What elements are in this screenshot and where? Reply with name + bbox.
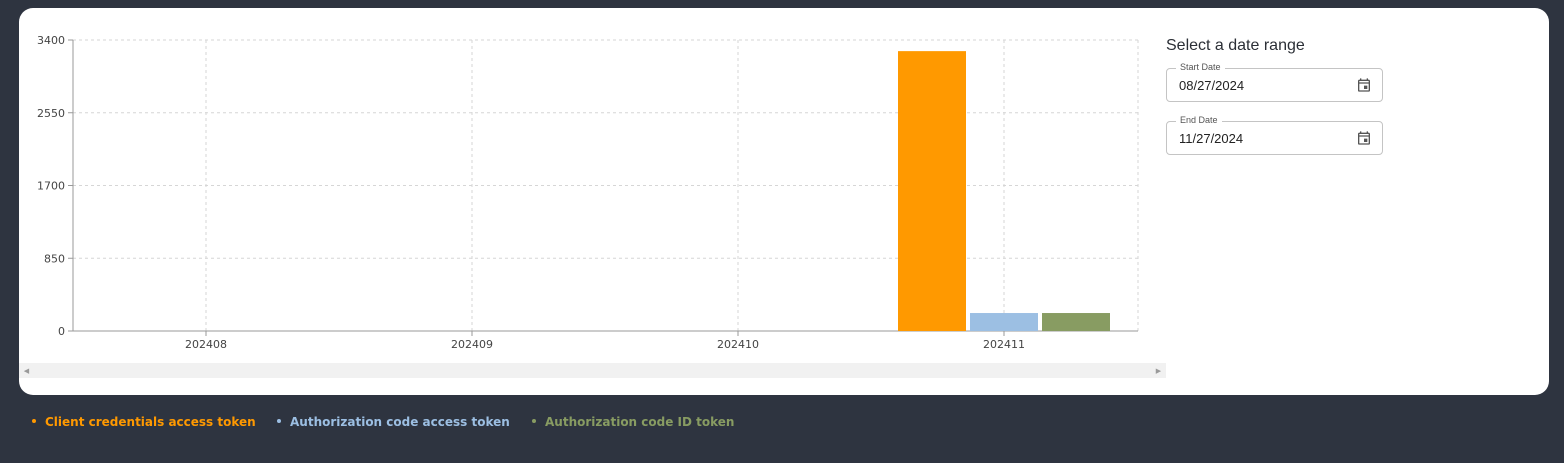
start-date-field[interactable]: Start Date 08/27/2024 xyxy=(1166,62,1383,102)
x-tick-label: 202410 xyxy=(717,338,759,351)
scroll-right-icon[interactable]: ▶ xyxy=(1151,363,1166,378)
y-tick-label: 0 xyxy=(58,325,65,338)
legend-item[interactable]: Authorization code access token xyxy=(277,415,510,429)
legend-dot-icon xyxy=(32,418,36,423)
calendar-icon[interactable] xyxy=(1356,130,1372,146)
y-tick-label: 2550 xyxy=(37,107,65,120)
bar-chart: 0 850 1700 2550 3400 202408 202409 202410 202411 xyxy=(37,34,1139,351)
chart-card: 0 850 1700 2550 3400 202408 202409 202410 202411… xyxy=(19,8,1549,395)
legend-item[interactable]: Authorization code ID token xyxy=(532,415,734,429)
bar-2 xyxy=(970,313,1038,331)
bar-1 xyxy=(898,51,966,332)
y-tick-label: 1700 xyxy=(37,180,65,193)
legend-label: Client credentials access token xyxy=(45,415,256,429)
end-date-label: End Date xyxy=(1176,115,1222,125)
bar-3 xyxy=(1042,313,1110,331)
x-tick-label: 202409 xyxy=(451,338,493,351)
end-date-field[interactable]: End Date 11/27/2024 xyxy=(1166,115,1383,155)
x-tick-label: 202408 xyxy=(185,338,227,351)
start-date-label: Start Date xyxy=(1176,62,1225,72)
legend-dot-icon xyxy=(277,418,281,423)
date-range-panel: Select a date range Start Date 08/27/202… xyxy=(1166,37,1396,174)
legend-label: Authorization code access token xyxy=(290,415,510,429)
end-date-value[interactable]: 11/27/2024 xyxy=(1179,131,1243,146)
legend-dot-icon xyxy=(532,418,536,423)
legend-label: Authorization code ID token xyxy=(545,415,735,429)
legend-item[interactable]: Client credentials access token xyxy=(32,415,256,429)
chart-scrollbar[interactable]: ◀ ▶ xyxy=(19,363,1166,378)
y-tick-label: 3400 xyxy=(37,34,65,47)
calendar-icon[interactable] xyxy=(1356,77,1372,93)
scroll-left-icon[interactable]: ◀ xyxy=(19,363,34,378)
start-date-value[interactable]: 08/27/2024 xyxy=(1179,78,1244,93)
date-range-title: Select a date range xyxy=(1166,37,1305,54)
y-tick-label: 850 xyxy=(44,252,65,265)
x-tick-label: 202411 xyxy=(983,338,1025,351)
